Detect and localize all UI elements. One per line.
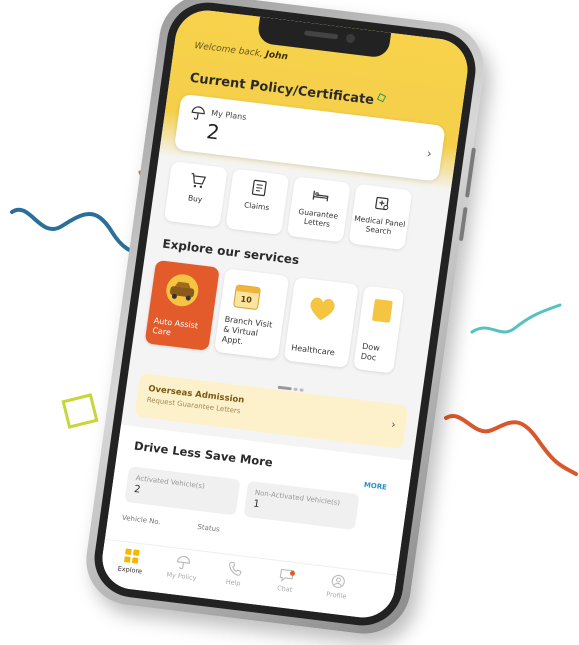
medical-panel-search-label: Medical Panel Search bbox=[353, 213, 406, 237]
nav-my-policy[interactable]: My Policy bbox=[156, 552, 209, 583]
download-docs-label: Dow Doc bbox=[360, 341, 381, 363]
explore-grid-icon bbox=[124, 548, 140, 564]
claims-label: Claims bbox=[243, 200, 270, 213]
chevron-right-icon: › bbox=[425, 146, 433, 161]
non-activated-vehicles-box: Non-Activated Vehicle(s) 1 bbox=[243, 480, 360, 531]
activated-vehicles-box: Activated Vehicle(s) 2 bbox=[124, 466, 241, 516]
phone-icon bbox=[229, 561, 242, 576]
non-activated-value: 1 bbox=[252, 498, 261, 511]
umbrella-icon bbox=[176, 555, 190, 570]
teal-squiggle-decoration bbox=[470, 303, 562, 334]
medical-panel-search-button[interactable]: Medical Panel Search bbox=[348, 183, 413, 251]
nav-profile-label: Profile bbox=[325, 590, 347, 601]
service-download-docs-card[interactable]: Dow Doc bbox=[353, 285, 405, 374]
drive-title: Drive Less Save More bbox=[133, 438, 274, 470]
activated-value: 2 bbox=[133, 483, 142, 496]
calendar-day: 10 bbox=[240, 294, 253, 305]
claims-button[interactable]: Claims bbox=[225, 168, 290, 235]
nav-chat[interactable]: Chat bbox=[259, 565, 312, 596]
chevron-right-icon: › bbox=[390, 417, 397, 432]
bed-icon bbox=[312, 190, 329, 202]
nav-explore[interactable]: Explore bbox=[104, 546, 157, 577]
car-icon bbox=[166, 274, 199, 307]
claims-doc-icon bbox=[251, 179, 267, 197]
status-column-header: Status bbox=[196, 522, 221, 534]
buy-button[interactable]: Buy bbox=[163, 161, 228, 228]
services-carousel[interactable]: Auto Assist Care 10 Branch Visit & Virtu… bbox=[144, 259, 436, 383]
non-activated-label: Non-Activated Vehicle(s) bbox=[254, 488, 341, 508]
guarantee-letters-button[interactable]: Guarantee Letters bbox=[286, 176, 351, 243]
nav-explore-label: Explore bbox=[117, 564, 143, 576]
my-plans-count: 2 bbox=[205, 119, 222, 145]
phone-device: Welcome back, John Current Policy/Certif… bbox=[80, 0, 490, 639]
clinic-search-icon bbox=[375, 196, 389, 211]
carousel-dot bbox=[293, 387, 298, 392]
healthcare-label: Healthcare bbox=[290, 343, 336, 358]
activated-label: Activated Vehicle(s) bbox=[135, 474, 206, 491]
chat-notification-dot bbox=[289, 570, 296, 577]
nav-chat-label: Chat bbox=[276, 584, 293, 594]
umbrella-icon bbox=[191, 106, 205, 120]
document-icon bbox=[372, 299, 393, 323]
vehicle-no-column-header: Vehicle No. bbox=[121, 513, 162, 527]
front-camera bbox=[345, 33, 356, 44]
nav-my-policy-label: My Policy bbox=[165, 570, 198, 583]
guarantee-letters-label: Guarantee Letters bbox=[297, 206, 339, 229]
nav-profile[interactable]: Profile bbox=[311, 571, 364, 602]
orange-squiggle-decoration bbox=[444, 414, 578, 476]
service-auto-assist-card[interactable]: Auto Assist Care bbox=[144, 259, 220, 351]
more-link[interactable]: MORE bbox=[363, 481, 387, 492]
heart-icon bbox=[310, 297, 335, 321]
branch-visit-label: Branch Visit & Virtual Appt. bbox=[221, 314, 273, 347]
nav-help-label: Help bbox=[225, 577, 242, 588]
service-branch-visit-card[interactable]: 10 Branch Visit & Virtual Appt. bbox=[214, 268, 290, 360]
profile-icon bbox=[331, 574, 345, 588]
auto-assist-label: Auto Assist Care bbox=[151, 316, 199, 338]
nav-help[interactable]: Help bbox=[208, 559, 261, 590]
speaker-grille bbox=[303, 30, 339, 40]
buy-label: Buy bbox=[187, 193, 203, 205]
service-healthcare-card[interactable]: Healthcare bbox=[283, 276, 359, 368]
carousel-dot bbox=[299, 388, 304, 392]
cart-icon bbox=[191, 173, 207, 189]
lime-square-decoration bbox=[61, 393, 99, 429]
